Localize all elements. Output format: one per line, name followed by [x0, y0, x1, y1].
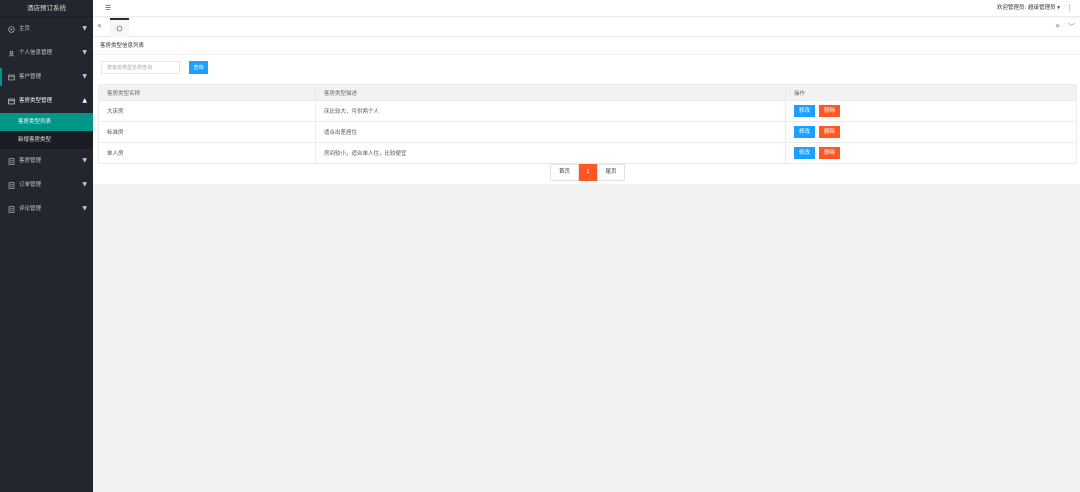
user-menu[interactable]: 欢迎管理员: 超级管理员 ▾ [997, 0, 1060, 17]
sidebar-item-profile[interactable]: 个人信息管理 ▼ [0, 41, 93, 65]
sidebar-item-label: 主页 [19, 26, 31, 32]
home-icon [116, 25, 123, 32]
doc-icon [7, 181, 15, 189]
caret-down-icon: ▼ [82, 73, 87, 80]
sidebar-item-label: 订单管理 [19, 182, 42, 188]
search-input[interactable] [101, 61, 180, 74]
home-icon [7, 25, 15, 33]
tab-bar: « » ﹀ [93, 18, 1080, 37]
top-header: ☰ 欢迎管理员: 超级管理员 ▾ ⋮ [93, 0, 1080, 17]
page-title: 客房类型信息列表 [100, 43, 145, 49]
table-row: 单人房 房间较小，适合单人住，比较便宜 修改 删除 [98, 142, 1077, 164]
sidebar-item-label: 客房管理 [19, 158, 42, 164]
sidebar-item-label: 个人信息管理 [19, 50, 53, 56]
delete-button[interactable]: 删除 [819, 126, 841, 138]
delete-button[interactable]: 删除 [819, 105, 841, 117]
doc-icon [7, 205, 15, 213]
caret-down-icon: ▼ [82, 205, 87, 212]
app-title: 酒店预订系统 [0, 0, 93, 17]
row-actions: 修改 删除 [785, 142, 1077, 164]
tab-home[interactable] [110, 18, 129, 37]
column-header: 操作 [785, 84, 1077, 101]
room-type-desc: 房间较小，适合单人住，比较便宜 [315, 142, 786, 164]
edit-button[interactable]: 修改 [794, 147, 816, 159]
last-page-button[interactable]: 尾页 [597, 164, 625, 181]
edit-button[interactable]: 修改 [794, 105, 816, 117]
table-icon [7, 97, 15, 105]
column-header: 客房类型名称 [98, 84, 316, 101]
doc-icon [7, 157, 15, 165]
sidebar-item-rooms[interactable]: 客房管理 ▼ [0, 149, 93, 173]
scroll-right-icon[interactable]: » [1055, 21, 1060, 30]
sidebar-item-comments[interactable]: 评论管理 ▼ [0, 197, 93, 221]
pagination: 首页 1 尾页 [550, 164, 625, 181]
caret-down-icon: ▼ [82, 181, 87, 188]
menu-toggle-icon[interactable]: ☰ [105, 4, 111, 12]
table-row: 大床房 床比较大，可供两个人 修改 删除 [98, 100, 1077, 122]
first-page-button[interactable]: 首页 [550, 164, 579, 181]
sidebar-item-label: 客房类型管理 [19, 98, 53, 104]
row-actions: 修改 删除 [785, 121, 1077, 143]
sidebar-item-orders[interactable]: 订单管理 ▼ [0, 173, 93, 197]
tab-options-icon[interactable]: ﹀ [1068, 22, 1075, 32]
row-actions: 修改 删除 [785, 100, 1077, 122]
sidebar-item-label: 客户管理 [19, 74, 42, 80]
room-type-name: 标准房 [98, 121, 316, 143]
current-page-button[interactable]: 1 [579, 164, 597, 181]
table-icon [7, 73, 15, 81]
sidebar-item-customers[interactable]: 客户管理 ▼ [0, 65, 93, 89]
table-row: 标准房 适合出差居住 修改 删除 [98, 121, 1077, 143]
divider [93, 54, 1080, 55]
delete-button[interactable]: 删除 [819, 147, 841, 159]
caret-down-icon: ▼ [82, 49, 87, 56]
submenu-room-types: 客房类型列表 新增客房类型 [0, 113, 93, 149]
column-header: 客房类型描述 [315, 84, 786, 101]
caret-up-icon: ▲ [82, 97, 87, 104]
room-type-name: 大床房 [98, 100, 316, 122]
room-type-table: 客房类型名称 客房类型描述 操作 大床房 床比较大，可供两个人 修改 删除 标准房… [98, 84, 1077, 164]
edit-button[interactable]: 修改 [794, 126, 816, 138]
room-type-desc: 适合出差居住 [315, 121, 786, 143]
scroll-left-icon[interactable]: « [97, 21, 102, 30]
room-type-name: 单人房 [98, 142, 316, 164]
caret-down-icon: ▼ [82, 157, 87, 164]
user-icon [7, 49, 15, 57]
caret-down-icon: ▼ [82, 25, 87, 32]
table-header-row: 客房类型名称 客房类型描述 操作 [98, 84, 1077, 101]
sidebar: 酒店预订系统 主页 ▼ 个人信息管理 ▼ 客户管理 ▼ 客房类型管理 ▲ 客房类… [0, 0, 93, 492]
sidebar-item-label: 评论管理 [19, 206, 42, 212]
room-type-desc: 床比较大，可供两个人 [315, 100, 786, 122]
sidebar-item-home[interactable]: 主页 ▼ [0, 17, 93, 41]
main-panel: 客房类型信息列表 查询 客房类型名称 客房类型描述 操作 大床房 床比较大，可供… [93, 37, 1080, 184]
sidebar-subitem-room-type-list[interactable]: 客房类型列表 [0, 113, 93, 131]
more-icon[interactable]: ⋮ [1066, 0, 1073, 17]
search-button[interactable]: 查询 [189, 61, 208, 74]
sidebar-item-room-types[interactable]: 客房类型管理 ▲ [0, 89, 93, 113]
sidebar-subitem-add-room-type[interactable]: 新增客房类型 [0, 131, 93, 149]
